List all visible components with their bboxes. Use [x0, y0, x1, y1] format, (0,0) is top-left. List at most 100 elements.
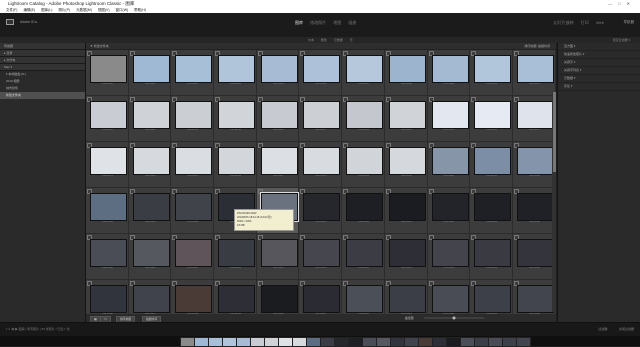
grid-cell[interactable]: DSC01031	[427, 142, 471, 188]
right-panel-section[interactable]: 关键字列表 ▾	[558, 67, 640, 75]
grid-cell[interactable]: DSC01027	[256, 142, 300, 188]
menu-item[interactable]: 文件(F)	[6, 8, 17, 12]
grid-cell[interactable]: DSC01058	[171, 280, 215, 314]
module-book[interactable]: 画册	[348, 20, 356, 25]
photo-thumbnail[interactable]	[303, 239, 341, 267]
photo-thumbnail[interactable]	[346, 147, 384, 175]
filter-text[interactable]: 文本	[308, 38, 314, 42]
grid-cell[interactable]: DSC01055	[512, 234, 556, 280]
grid-cell[interactable]: DSC01060	[256, 280, 300, 314]
grid-cell[interactable]: DSC01034	[86, 188, 129, 234]
photo-thumbnail[interactable]	[474, 101, 512, 129]
right-panel-section[interactable]: 关键字 ▾	[558, 59, 640, 67]
photo-thumbnail[interactable]	[132, 239, 170, 267]
minimize-button[interactable]: —	[608, 1, 618, 6]
menu-item[interactable]: 照片(P)	[58, 8, 70, 12]
folder-tree-item[interactable]: 2019 相册	[0, 78, 85, 85]
photo-thumbnail[interactable]	[175, 239, 213, 267]
navigator-header[interactable]: 导航器	[0, 43, 85, 50]
grid-cell[interactable]: DSC01013	[128, 96, 172, 142]
photo-thumbnail[interactable]	[218, 55, 256, 83]
grid-cell[interactable]: DSC01014	[171, 96, 215, 142]
grid-cell[interactable]: DSC01063	[384, 280, 428, 314]
module-slideshow[interactable]: 幻灯片放映	[554, 20, 574, 25]
photo-thumbnail[interactable]	[90, 239, 127, 267]
photo-thumbnail[interactable]	[260, 55, 298, 83]
menu-item[interactable]: 图库(L)	[41, 8, 52, 12]
photo-thumbnail[interactable]	[303, 101, 341, 129]
grid-cell[interactable]: DSC01020	[427, 96, 471, 142]
photo-thumbnail[interactable]	[388, 147, 426, 175]
photo-thumbnail[interactable]	[346, 193, 384, 221]
filter-off-button[interactable]: 关闭过滤器	[619, 327, 634, 331]
grid-cell[interactable]: DSC01016	[256, 96, 300, 142]
grid-cell[interactable]: DSC01004	[214, 50, 257, 96]
window-controls[interactable]: —□✕	[608, 0, 636, 7]
photo-thumbnail[interactable]	[218, 285, 256, 313]
grid-cell[interactable]: DSC01008	[384, 50, 428, 96]
grid-cell[interactable]: DSC01065	[470, 280, 513, 314]
photo-thumbnail[interactable]	[431, 285, 469, 313]
photo-thumbnail[interactable]	[303, 147, 341, 175]
photo-thumbnail[interactable]	[218, 101, 256, 129]
photo-thumbnail[interactable]	[175, 147, 213, 175]
grid-cell[interactable]: DSC01064	[427, 280, 471, 314]
grid-cell[interactable]: DSC01015	[214, 96, 257, 142]
photo-thumbnail[interactable]	[132, 55, 170, 83]
module-print[interactable]: 打印	[581, 20, 589, 25]
grid-folder-label[interactable]: ▼ 新建文件夹	[90, 44, 109, 48]
filter-metadata[interactable]: 元数据	[334, 38, 343, 42]
menu-item[interactable]: 编辑(E)	[23, 8, 35, 12]
grid-cell[interactable]: DSC01024	[128, 142, 172, 188]
module-map[interactable]: 地图	[333, 20, 341, 25]
right-panel-section[interactable]: 快速修改照片 ▾	[558, 51, 640, 59]
photo-thumbnail[interactable]	[516, 285, 554, 313]
grid-cell[interactable]: DSC01059	[214, 280, 257, 314]
photo-thumbnail[interactable]	[388, 285, 426, 313]
grid-cell[interactable]: DSC01041	[384, 188, 428, 234]
photo-thumbnail[interactable]	[474, 239, 512, 267]
grid-cell[interactable]: DSC01054	[470, 234, 513, 280]
grid-sort-label[interactable]: 排序依据: 拍摄时间	[524, 43, 550, 49]
photo-thumbnail[interactable]	[90, 193, 127, 221]
filter-none[interactable]: 无	[350, 38, 353, 42]
photo-thumbnail[interactable]	[431, 147, 469, 175]
photo-thumbnail[interactable]	[474, 285, 512, 313]
photo-thumbnail[interactable]	[516, 239, 554, 267]
folder-tree-item[interactable]: ▾ 本地磁盘 (D:)	[0, 71, 85, 78]
folder-tree-item[interactable]: 城市建筑	[0, 85, 85, 92]
right-panel-section[interactable]: 评论 ▾	[558, 83, 640, 91]
photo-thumbnail[interactable]	[474, 55, 512, 83]
grid-cell[interactable]: DSC01040	[342, 188, 385, 234]
menu-item[interactable]: 元数据(M)	[76, 8, 92, 12]
right-panel-section[interactable]: 元数据 ▾	[558, 75, 640, 83]
left-section-header[interactable]: ▸ 文件夹	[0, 57, 85, 64]
photo-thumbnail[interactable]	[474, 147, 512, 175]
grid-cell[interactable]: DSC01028	[299, 142, 343, 188]
photo-thumbnail[interactable]	[260, 147, 298, 175]
photo-thumbnail[interactable]	[516, 147, 554, 175]
catalog-label[interactable]: Adobe ID ▸	[20, 20, 37, 24]
photo-thumbnail[interactable]	[346, 101, 384, 129]
photo-thumbnail[interactable]	[303, 193, 341, 221]
grid-cell[interactable]: DSC01048	[214, 234, 257, 280]
menu-item[interactable]: 视图(V)	[98, 8, 110, 12]
photo-thumbnail[interactable]	[431, 193, 469, 221]
photo-thumbnail[interactable]	[431, 101, 469, 129]
grid-cell[interactable]: DSC01051	[342, 234, 385, 280]
module-develop[interactable]: 修改照片	[310, 20, 326, 25]
module-web[interactable]: Web	[596, 20, 604, 25]
photo-thumbnail[interactable]	[431, 55, 469, 83]
module-library[interactable]: 图库	[295, 20, 303, 25]
menu-item[interactable]: 帮助(H)	[134, 8, 146, 12]
grid-cell[interactable]: DSC01049	[256, 234, 300, 280]
photo-thumbnail[interactable]	[346, 239, 384, 267]
grid-scrollbar[interactable]	[552, 92, 556, 312]
scrollbar-thumb[interactable]	[552, 92, 556, 172]
photo-thumbnail[interactable]	[346, 285, 384, 313]
photo-thumbnail[interactable]	[260, 239, 298, 267]
grid-cell[interactable]: DSC01023	[86, 142, 129, 188]
grid-cell[interactable]: DSC01033	[512, 142, 556, 188]
grid-cell[interactable]: DSC01001	[86, 50, 129, 96]
thumbnail-size-slider[interactable]	[424, 316, 484, 320]
